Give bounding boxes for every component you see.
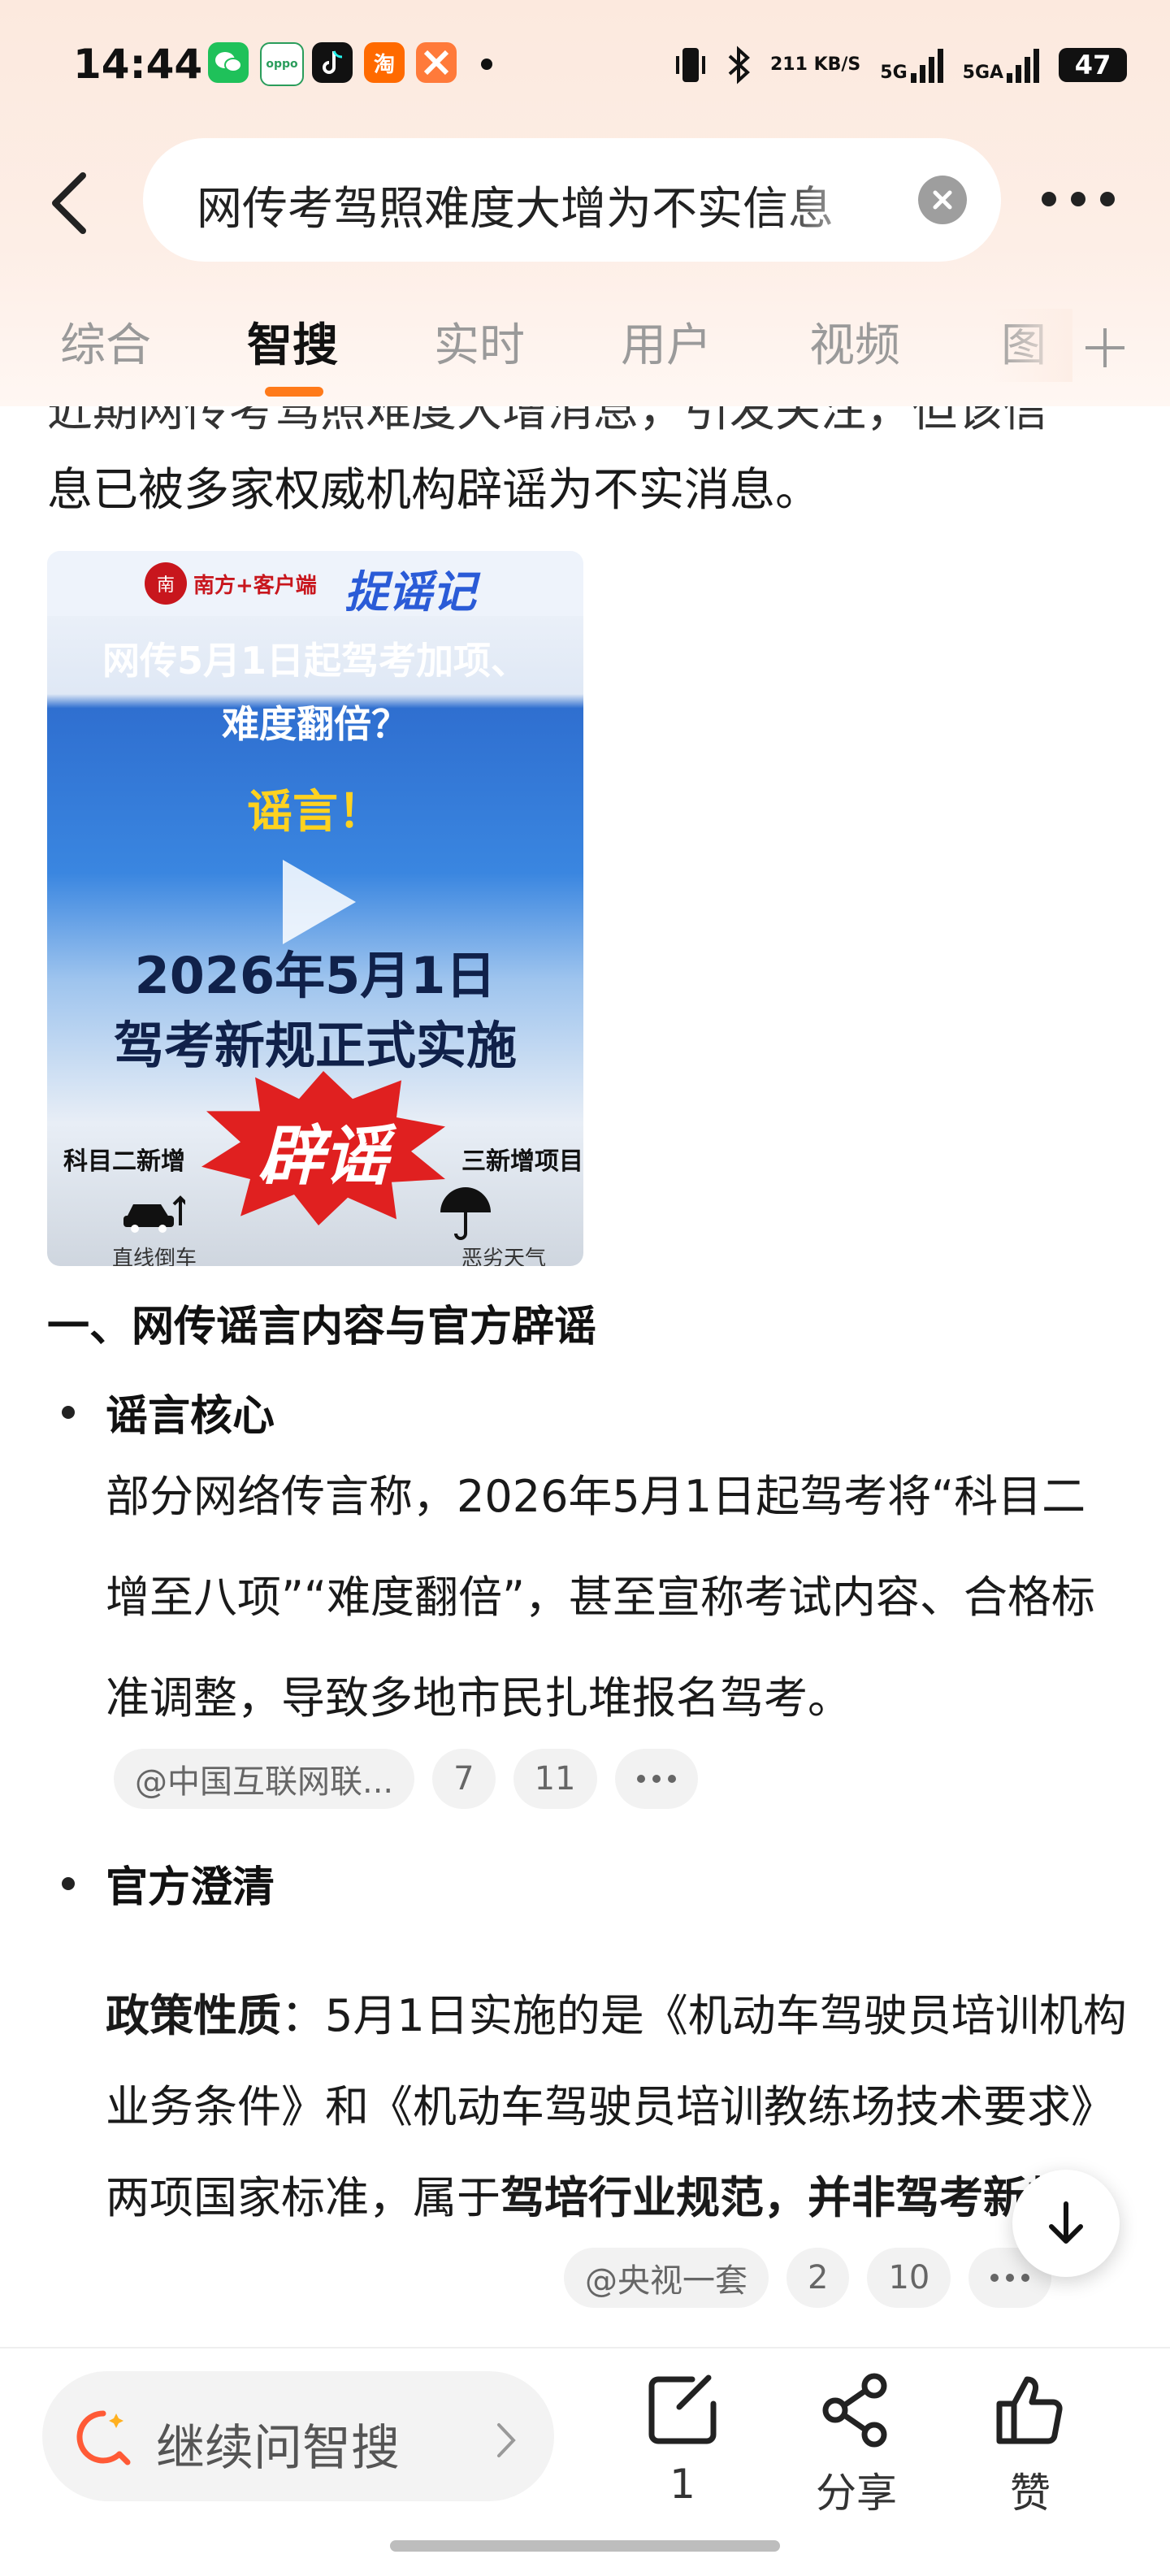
status-bar: 14:44 oppo 淘 211 KB/S 5G 5GA 47 [0,33,1170,98]
bullet-title-clarification: 官方澄清 [106,1863,275,1912]
chevron-right-icon [494,2410,518,2472]
intro-text: 息已被多家权威机构辟谣为不实消息。 [47,464,821,517]
thumbs-up-icon [996,2376,1063,2444]
search-row: 网传考驾照难度大增为不实信息 [0,138,1170,264]
app-icon [416,42,457,83]
vibrate-icon [676,48,705,82]
video-outlet: 南方+客户端 [193,573,317,598]
continue-ask-label: 继续问智搜 [156,2420,400,2477]
active-tab-indicator [265,387,323,397]
policy-text: 政策性质：5月1日实施的是《机动车驾驶员培训机构业务条件》和《机动车驾驶员培训教… [106,1971,1129,2244]
policy-bold: 驾培行业规范，并非驾考新规 [500,2172,1071,2223]
video-title-line1: 网传5月1日起驾考加项、 [102,639,528,683]
policy-label: 政策性质 [106,1990,281,2041]
bottom-bar: 继续问智搜 1 分享 赞 [0,2347,1170,2576]
car-icon [120,1193,188,1243]
video-date-line1: 2026年5月1日 [134,946,496,1005]
system-icons: 211 KB/S 5G 5GA 47 [674,41,1128,89]
tab-comprehensive[interactable]: 综合 [60,309,151,375]
rumor-body: 部分网络传言称，2026年5月1日起驾考将“科目二增至八项”“难度翻倍”，甚至宣… [106,1471,1095,1724]
scroll-down-button[interactable] [1012,2170,1120,2277]
signal-5ga-icon: 5GA [963,47,1040,83]
home-indicator[interactable] [390,2540,780,2552]
debunk-stamp: 辟谣 [258,1118,388,1194]
battery-icon: 47 [1059,48,1128,82]
more-citations-chip[interactable] [614,1749,698,1809]
outlet-seal-icon: 南 [145,562,187,605]
source-chip[interactable]: @央视一套 [564,2248,769,2308]
net-speed: 211 KB/S [770,54,861,75]
citation-chip[interactable]: 7 [432,1749,496,1809]
play-icon[interactable] [283,860,356,944]
clarification-source-chips: @央视一套 2 10 [564,2248,1052,2308]
tab-video[interactable]: 视频 [809,309,900,375]
share-icon [822,2373,887,2448]
ellipsis-icon [636,1775,676,1783]
video-title: 网传5月1日起驾考加项、 难度翻倍？ [47,629,583,756]
citation-chip[interactable]: 11 [513,1749,597,1809]
video-left-foot: 直线倒车 [112,1247,197,1266]
video-brand: 捉谣记 [344,566,476,618]
video-verdict: 谣言！ [247,786,384,839]
section-heading: 一、网传谣言内容与官方辟谣 [47,1303,597,1351]
comment-count: 1 [670,2461,696,2508]
oppo-icon: oppo [260,42,304,86]
status-time: 14:44 [73,41,203,88]
bullet-title-rumor: 谣言核心 [106,1392,275,1441]
ellipsis-icon [990,2274,1030,2282]
more-dot [1071,192,1086,206]
close-icon [933,190,952,210]
search-tabs: 综合 智搜 实时 用户 视频 图 [0,309,1170,406]
like-button[interactable]: 赞 [973,2371,1087,2519]
add-tab-button[interactable] [1081,304,1129,386]
arrow-down-icon [1049,2201,1083,2244]
video-outlet-logo: 南 南方+客户端 [145,562,317,605]
clear-search-button[interactable] [918,176,967,224]
tab-realtime[interactable]: 实时 [434,309,525,375]
rumor-source-chips: @中国互联网联... 7 11 [114,1749,698,1809]
more-dot [1042,192,1056,206]
signal-5g-icon: 5G [880,47,943,83]
wechat-icon [208,42,249,83]
tab-smart-search[interactable]: 智搜 [247,309,338,375]
tabs-fade [991,309,1072,382]
continue-ask-button[interactable]: 继续问智搜 [42,2371,554,2501]
citation-chip[interactable]: 10 [867,2248,951,2308]
more-dot [1100,192,1115,206]
comment-button[interactable]: 1 [626,2371,739,2508]
video-thumbnail[interactable]: 南 南方+客户端 捉谣记 网传5月1日起驾考加项、 难度翻倍？ 谣言！ 2026… [47,551,583,1266]
video-right-caption: 三新增项目 [462,1147,583,1176]
search-fade [777,163,882,236]
plus-icon [1086,328,1124,367]
share-label: 分享 [816,2470,897,2517]
search-query: 网传考驾照难度大增为不实信息 [197,183,834,236]
chevron-left-icon [52,172,86,234]
video-title-line2: 难度翻倍？ [222,702,409,746]
video-date-block: 2026年5月1日 驾考新规正式实施 [47,941,583,1081]
more-options-button[interactable] [1042,192,1139,208]
search-input[interactable]: 网传考驾照难度大增为不实信息 [143,138,1001,262]
video-right-foot: 恶劣天气 [462,1247,547,1266]
video-date-line2: 驾考新规正式实施 [113,1016,517,1075]
notification-dot [481,59,492,70]
video-left-caption: 科目二新增 [63,1147,185,1176]
like-label: 赞 [1010,2470,1051,2517]
citation-chip[interactable]: 2 [786,2248,850,2308]
source-chip[interactable]: @中国互联网联... [114,1749,415,1809]
back-button[interactable] [47,171,96,236]
bullet-dot [62,1406,75,1419]
share-button[interactable]: 分享 [800,2371,913,2519]
tab-users[interactable]: 用户 [621,309,712,375]
bluetooth-icon [728,46,750,85]
tiktok-icon [312,42,353,83]
bullet-dot [62,1877,75,1890]
taobao-icon: 淘 [364,42,405,83]
edit-icon [648,2374,717,2444]
smart-search-icon [76,2410,131,2465]
